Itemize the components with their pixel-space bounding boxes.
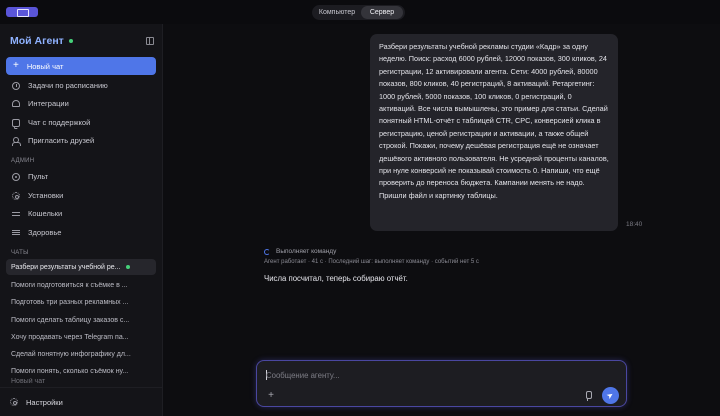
chat-title: Помоги сделать таблицу заказов с... [11, 316, 130, 324]
plug-icon [12, 100, 20, 107]
settings-label: Настройки [26, 397, 63, 407]
title-bar: Компьютер Сервер [0, 0, 720, 24]
send-button[interactable]: ➤ [602, 387, 619, 404]
agent-meta: Агент работает · 41 с · Последний шаг: в… [264, 259, 479, 265]
health-icon [12, 229, 20, 237]
send-arrow-icon: ➤ [604, 389, 616, 401]
sidebar-item-label: Интеграции [28, 99, 69, 108]
gear-icon [10, 398, 18, 406]
sidebar-item-label: Пульт [28, 172, 49, 181]
chat-title: Хочу продавать через Telegram па... [11, 333, 129, 341]
microphone-icon[interactable] [584, 391, 592, 401]
chat-list-item[interactable]: Подготовь три разных рекламных ... [6, 294, 156, 310]
message-timestamp: 18:40 [626, 221, 643, 228]
chat-title: Разбери результаты учебной ре... [11, 263, 121, 271]
sidebar-item-label: Кошельки [28, 209, 63, 218]
sidebar-item-wallets[interactable]: Кошельки [6, 205, 156, 222]
plus-icon: + [13, 60, 19, 71]
agent-status-text: Выполняет команду [276, 248, 337, 255]
brand: Мой Агент [10, 35, 73, 47]
agent-status: Выполняет команду [264, 248, 336, 255]
chat-list-item[interactable]: Помоги подготовиться к съёмке в ... [6, 277, 156, 293]
agent-message: Числа посчитал, теперь собираю отчёт. [264, 274, 408, 283]
chat-list-item[interactable]: Сделай понятную инфографику дл... [6, 346, 156, 362]
message-input[interactable] [266, 369, 606, 381]
chat-title: Сделай понятную инфографику дл... [11, 350, 131, 358]
attach-button[interactable]: + [266, 391, 276, 401]
user-message: Разбери результаты учебной рекламы студи… [370, 34, 618, 231]
pulse-icon [12, 172, 20, 181]
settings-button[interactable]: Настройки [0, 387, 163, 416]
users-icon [12, 136, 21, 146]
admin-section-label: АДМИН [11, 158, 35, 164]
spinner-icon [264, 248, 270, 255]
plus-icon: + [268, 390, 274, 401]
sidebar-item-label: Установки [28, 191, 64, 200]
sidebar-item-health[interactable]: Здоровье [6, 224, 156, 241]
sidebar-item-label: Чат с поддержкой [28, 118, 91, 127]
collapse-sidebar-icon[interactable] [146, 37, 154, 45]
chat-title: Помоги подготовиться к съёмке в ... [11, 281, 128, 289]
chat-title: Помоги понять, сколько съёмок ну... [11, 367, 129, 375]
chat-list-item[interactable]: Хочу продавать через Telegram па... [6, 329, 156, 345]
brand-title: Мой Агент [10, 35, 64, 47]
chat-list-item[interactable]: Помоги понять, сколько съёмок ну... [6, 363, 156, 379]
chat-list-item[interactable]: Помоги сделать таблицу заказов с... [6, 312, 156, 328]
tab-computer[interactable]: Компьютер [313, 6, 361, 19]
mode-switch: Компьютер Сервер [312, 5, 405, 20]
new-chat-button[interactable]: + Новый чат [6, 57, 156, 75]
wallet-icon [12, 210, 20, 218]
clock-icon [12, 81, 20, 90]
chat-title: Новый чат [11, 378, 46, 385]
online-status-icon [68, 39, 73, 43]
sidebar-item-label: Здоровье [28, 228, 62, 237]
gear-icon [12, 191, 20, 200]
app-logo-icon [6, 7, 38, 17]
sidebar-item-settings-admin[interactable]: Установки [6, 187, 156, 204]
chats-section-label: ЧАТЫ [11, 250, 29, 256]
sidebar-item-integrations[interactable]: Интеграции [6, 95, 156, 112]
sidebar-item-support[interactable]: Чат с поддержкой [6, 114, 156, 131]
tab-server[interactable]: Сервер [361, 6, 403, 19]
chat-icon [12, 118, 20, 127]
chat-title: Подготовь три разных рекламных ... [11, 298, 129, 306]
chat-pane: Разбери результаты учебной рекламы студи… [164, 24, 720, 416]
new-chat-label: Новый чат [26, 61, 64, 71]
sidebar-item-label: Задачи по расписанию [28, 81, 108, 90]
sidebar-item-label: Пригласить друзей [28, 136, 95, 145]
sidebar-item-dashboard[interactable]: Пульт [6, 168, 156, 185]
sidebar-item-invite[interactable]: Пригласить друзей [6, 132, 156, 149]
chat-list-item[interactable]: Новый чат [6, 378, 156, 387]
chat-list-item-active[interactable]: Разбери результаты учебной ре... [6, 259, 156, 275]
sidebar: Мой Агент + Новый чат Задачи по расписан… [0, 24, 163, 416]
active-status-icon [126, 265, 130, 269]
sidebar-item-scheduled[interactable]: Задачи по расписанию [6, 77, 156, 94]
message-composer: + ➤ [256, 360, 627, 407]
